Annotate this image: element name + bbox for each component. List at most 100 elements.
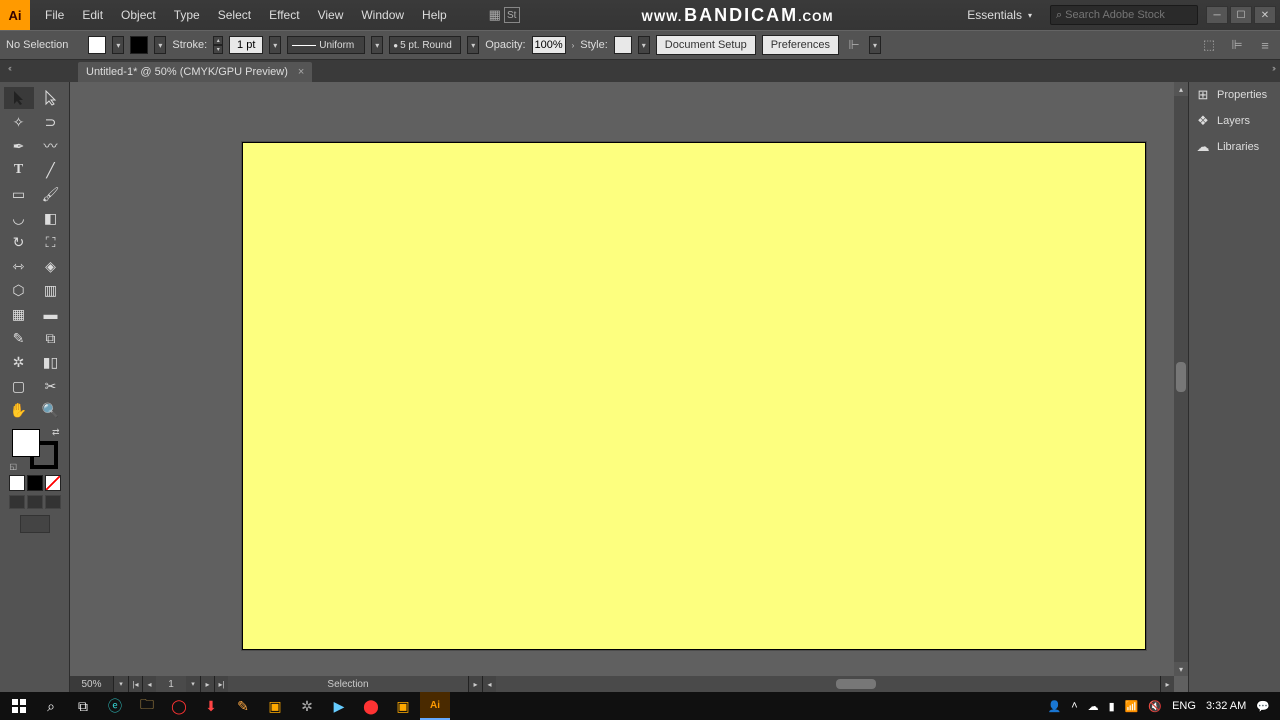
- blend-tool[interactable]: ⧉: [36, 327, 66, 349]
- taskbar-illustrator[interactable]: Ai: [420, 692, 450, 720]
- zoom-level[interactable]: 50%: [70, 676, 114, 692]
- search-input[interactable]: ⌕: [1050, 5, 1198, 25]
- stroke-stepper[interactable]: ▴▾: [213, 36, 223, 54]
- taskbar-explorer[interactable]: 🗀: [132, 692, 162, 720]
- volume-icon[interactable]: 🔇: [1148, 700, 1162, 713]
- line-tool[interactable]: ╱: [36, 159, 66, 181]
- stroke-profile[interactable]: Uniform: [287, 36, 365, 54]
- prev-artboard-button[interactable]: ◂: [142, 676, 156, 692]
- scroll-up-icon[interactable]: ▴: [1174, 82, 1188, 96]
- panel-libraries[interactable]: ☁ Libraries: [1189, 134, 1280, 160]
- perspective-tool[interactable]: ▥: [36, 279, 66, 301]
- stroke-swatch[interactable]: [130, 36, 148, 54]
- opacity-input[interactable]: 100%: [532, 36, 566, 54]
- taskbar-bandicam[interactable]: ⬤: [356, 692, 386, 720]
- taskbar-sublime[interactable]: ▣: [260, 692, 290, 720]
- profile-dropdown[interactable]: ▾: [371, 36, 383, 54]
- notifications-icon[interactable]: 💬: [1256, 700, 1270, 713]
- style-swatch[interactable]: [614, 36, 632, 54]
- none-mode[interactable]: [45, 475, 61, 491]
- menu-help[interactable]: Help: [413, 8, 456, 22]
- fill-dropdown[interactable]: ▾: [112, 36, 124, 54]
- style-dropdown[interactable]: ▾: [638, 36, 650, 54]
- type-tool[interactable]: T: [4, 159, 34, 181]
- pen-tool[interactable]: ✒: [4, 135, 34, 157]
- align-icon[interactable]: ⊩: [845, 36, 863, 54]
- menu-window[interactable]: Window: [352, 8, 413, 22]
- bridge-icon[interactable]: ▦: [486, 6, 504, 24]
- stroke-weight-dropdown[interactable]: ▾: [269, 36, 281, 54]
- taskbar-app-grey[interactable]: ✲: [292, 692, 322, 720]
- artboard-tool[interactable]: ▢: [4, 375, 34, 397]
- stock-icon[interactable]: St: [504, 7, 520, 23]
- panels-collapse-icon[interactable]: ››: [1272, 63, 1274, 73]
- tray-expand-icon[interactable]: ˄: [1071, 700, 1077, 712]
- align-dropdown[interactable]: ▾: [869, 36, 881, 54]
- workspace-switcher[interactable]: Essentials▾: [957, 5, 1042, 25]
- draw-behind[interactable]: [27, 495, 43, 509]
- taskbar-app-play[interactable]: ▶: [324, 692, 354, 720]
- stroke-weight-input[interactable]: 1 pt: [229, 36, 263, 54]
- artboard[interactable]: [242, 142, 1146, 650]
- menu-file[interactable]: File: [36, 8, 73, 22]
- clock[interactable]: 3:32 AM: [1206, 700, 1246, 712]
- taskbar-app-amber[interactable]: ▣: [388, 692, 418, 720]
- gradient-mode[interactable]: [27, 475, 43, 491]
- document-tab[interactable]: Untitled-1* @ 50% (CMYK/GPU Preview) ×: [78, 62, 312, 82]
- align-to-icon[interactable]: ⊫: [1228, 36, 1246, 54]
- mesh-tool[interactable]: ▦: [4, 303, 34, 325]
- artboard-dropdown[interactable]: ▾: [186, 676, 200, 692]
- hand-tool[interactable]: ✋: [4, 399, 34, 421]
- taskbar-app-orange[interactable]: ✎: [228, 692, 258, 720]
- scale-tool[interactable]: ⛶: [36, 231, 66, 253]
- fill-stroke-control[interactable]: ⇄ ◱: [10, 427, 60, 471]
- scroll-down-icon[interactable]: ▾: [1174, 662, 1188, 676]
- zoom-tool[interactable]: 🔍: [36, 399, 66, 421]
- eraser-tool[interactable]: ◧: [36, 207, 66, 229]
- opacity-more[interactable]: ›: [572, 41, 575, 50]
- panel-menu-icon[interactable]: ≡: [1256, 36, 1274, 54]
- draw-inside[interactable]: [45, 495, 61, 509]
- zoom-dropdown[interactable]: ▾: [114, 676, 128, 692]
- taskbar-opera[interactable]: ◯: [164, 692, 194, 720]
- wifi-icon[interactable]: 📶: [1125, 700, 1139, 713]
- symbol-sprayer-tool[interactable]: ✲: [4, 351, 34, 373]
- language-indicator[interactable]: ENG: [1172, 700, 1196, 712]
- onedrive-icon[interactable]: ☁: [1088, 700, 1099, 713]
- next-artboard-button[interactable]: ▸: [200, 676, 214, 692]
- horizontal-scrollbar[interactable]: [496, 676, 1160, 692]
- last-artboard-button[interactable]: ▸|: [214, 676, 228, 692]
- taskbar-edge[interactable]: ⓔ: [100, 692, 130, 720]
- first-artboard-button[interactable]: |◂: [128, 676, 142, 692]
- preferences-button[interactable]: Preferences: [762, 35, 839, 55]
- gradient-tool[interactable]: ▬: [36, 303, 66, 325]
- column-graph-tool[interactable]: ▮▯: [36, 351, 66, 373]
- swap-fill-stroke-icon[interactable]: ⇄: [52, 427, 60, 438]
- start-button[interactable]: [4, 692, 34, 720]
- menu-view[interactable]: View: [309, 8, 353, 22]
- rectangle-tool[interactable]: ▭: [4, 183, 34, 205]
- magic-wand-tool[interactable]: ✧: [4, 111, 34, 133]
- draw-normal[interactable]: [9, 495, 25, 509]
- responsive-icon[interactable]: ⬚: [1200, 36, 1218, 54]
- menu-effect[interactable]: Effect: [260, 8, 308, 22]
- minimize-button[interactable]: ─: [1206, 6, 1228, 24]
- rotate-tool[interactable]: ↻: [4, 231, 34, 253]
- default-fill-stroke-icon[interactable]: ◱: [10, 462, 18, 471]
- scroll-left-icon[interactable]: ◂: [482, 676, 496, 692]
- canvas[interactable]: ▴ ▾ 50% ▾ |◂ ◂ 1 ▾ ▸ ▸| Selection ▸ ◂ ▸: [70, 82, 1188, 692]
- shaper-tool[interactable]: ◡: [4, 207, 34, 229]
- tools-collapse-icon[interactable]: ‹‹: [8, 63, 10, 73]
- close-button[interactable]: ✕: [1254, 6, 1276, 24]
- scroll-right-icon[interactable]: ▸: [1160, 676, 1174, 692]
- brush-dropdown[interactable]: ▾: [467, 36, 479, 54]
- brush-def[interactable]: ●5 pt. Round: [389, 36, 461, 54]
- taskbar-app-red[interactable]: ⬇: [196, 692, 226, 720]
- color-mode[interactable]: [9, 475, 25, 491]
- artboard-nav-input[interactable]: 1: [156, 679, 186, 690]
- tab-close-icon[interactable]: ×: [298, 66, 304, 78]
- menu-type[interactable]: Type: [165, 8, 209, 22]
- slice-tool[interactable]: ✂: [36, 375, 66, 397]
- status-more-icon[interactable]: ▸: [468, 676, 482, 692]
- fill-color[interactable]: [12, 429, 40, 457]
